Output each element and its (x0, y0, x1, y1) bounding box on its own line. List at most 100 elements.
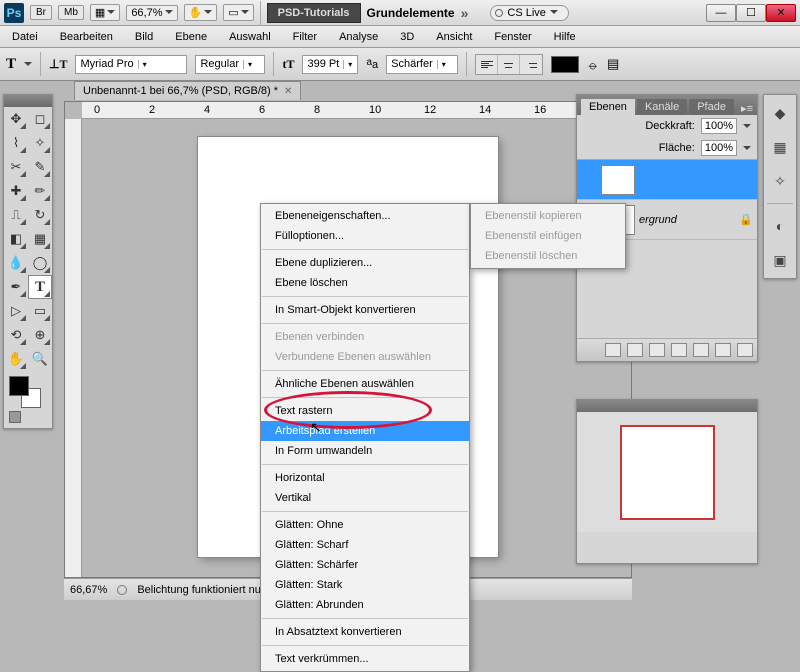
warp-text-icon[interactable]: ⦵ (587, 56, 599, 73)
orientation-icon[interactable]: ⊥T (49, 57, 67, 72)
status-info-icon[interactable] (117, 585, 127, 595)
menu-filter[interactable]: Filter (289, 29, 321, 45)
ctx-item[interactable]: Vertikal (261, 488, 469, 508)
wand-tool[interactable]: ✧ (28, 131, 52, 155)
styles-panel-icon[interactable]: ✧ (768, 169, 792, 193)
menu-auswahl[interactable]: Auswahl (225, 29, 275, 45)
ruler-vertical[interactable] (65, 119, 82, 577)
fill-field[interactable]: 100% (701, 140, 737, 156)
tool-preset-dropdown[interactable] (24, 62, 32, 70)
hand-tool[interactable]: ✋ (4, 347, 28, 371)
ctx-item[interactable]: Ähnliche Ebenen auswählen (261, 374, 469, 394)
healing-tool[interactable]: ✚ (4, 179, 28, 203)
menu-ansicht[interactable]: Ansicht (432, 29, 476, 45)
type-tool[interactable]: T (28, 275, 52, 299)
minimize-button[interactable]: — (706, 4, 736, 22)
adjust-icon[interactable] (671, 343, 687, 357)
navigator-thumb[interactable] (620, 425, 715, 520)
link-layers-icon[interactable] (605, 343, 621, 357)
menu-hilfe[interactable]: Hilfe (550, 29, 580, 45)
ctx-item[interactable]: Ebene löschen (261, 273, 469, 293)
stamp-tool[interactable]: ⎍ (4, 203, 28, 227)
ctx-item[interactable]: Glätten: Stark (261, 575, 469, 595)
move-tool[interactable]: ✥ (4, 107, 28, 131)
3d-camera-tool[interactable]: ⊕ (28, 323, 52, 347)
delete-layer-icon[interactable] (737, 343, 753, 357)
ctx-item[interactable]: Text verkrümmen... (261, 649, 469, 669)
group-icon[interactable] (693, 343, 709, 357)
antialias-field[interactable]: Schärfer▾ (386, 55, 458, 74)
zoom-select[interactable]: 66,7% (126, 5, 177, 21)
status-zoom[interactable]: 66,67% (70, 584, 107, 596)
cs-live-button[interactable]: CS Live (490, 5, 569, 21)
align-center-button[interactable] (498, 55, 520, 74)
shape-tool[interactable]: ▭ (28, 299, 52, 323)
font-style-field[interactable]: Regular▾ (195, 55, 265, 74)
eyedropper-tool[interactable]: ✎ (28, 155, 52, 179)
toolbox-grip[interactable] (4, 95, 52, 107)
close-tab-icon[interactable]: ✕ (284, 86, 292, 97)
dodge-tool[interactable]: ◯ (28, 251, 52, 275)
font-family-field[interactable]: Myriad Pro▾ (75, 55, 187, 74)
panel-menu-icon[interactable]: ▸≡ (741, 102, 753, 115)
masks-panel-icon[interactable]: ▣ (768, 248, 792, 272)
ctx-item[interactable]: Fülloptionen... (261, 226, 469, 246)
pen-tool[interactable]: ✒ (4, 275, 28, 299)
color-picker[interactable] (9, 376, 41, 408)
text-color-swatch[interactable] (551, 56, 579, 73)
adjust-panel-icon[interactable]: ◐ (768, 214, 792, 238)
menu-bild[interactable]: Bild (131, 29, 157, 45)
lasso-tool[interactable]: ⌇ (4, 131, 28, 155)
align-left-button[interactable] (476, 55, 498, 74)
history-brush-tool[interactable]: ↻ (28, 203, 52, 227)
screen-mode-select[interactable]: ▦ (90, 4, 120, 21)
menu-datei[interactable]: Datei (8, 29, 42, 45)
font-size-field[interactable]: 399 Pt▾ (302, 55, 358, 74)
ctx-item[interactable]: Ebene duplizieren... (261, 253, 469, 273)
maximize-button[interactable]: ☐ (736, 4, 766, 22)
tab-psd-tutorials[interactable]: PSD-Tutorials (267, 3, 361, 23)
tab-channels[interactable]: Kanäle (637, 99, 687, 115)
ctx-item[interactable]: Glätten: Schärfer (261, 555, 469, 575)
marquee-tool[interactable]: ◻ (28, 107, 52, 131)
workspace-name[interactable]: Grundelemente (367, 6, 455, 20)
minibridge-chip[interactable]: Mb (58, 5, 84, 20)
menu-analyse[interactable]: Analyse (335, 29, 382, 45)
opacity-slider-icon[interactable] (743, 124, 751, 132)
close-button[interactable]: ✕ (766, 4, 796, 22)
menu-3d[interactable]: 3D (396, 29, 418, 45)
opacity-field[interactable]: 100% (701, 118, 737, 134)
brush-tool[interactable]: ✏ (28, 179, 52, 203)
char-panel-icon[interactable]: ▤ (607, 56, 619, 72)
crop-tool[interactable]: ✂ (4, 155, 28, 179)
layer-name[interactable]: ergrund (639, 214, 677, 226)
quickmask-toggle[interactable] (9, 411, 21, 423)
swatches-panel-icon[interactable]: ▦ (768, 135, 792, 159)
color-panel-icon[interactable]: ◆ (768, 101, 792, 125)
mask-icon[interactable] (649, 343, 665, 357)
zoom-tool[interactable]: 🔍 (28, 347, 52, 371)
ctx-item[interactable]: Glätten: Abrunden (261, 595, 469, 615)
fill-slider-icon[interactable] (743, 146, 751, 154)
hand-tool-btn[interactable]: ✋ (184, 4, 218, 21)
menu-fenster[interactable]: Fenster (490, 29, 535, 45)
layer-row-text[interactable] (577, 160, 757, 200)
workspace-more-icon[interactable]: » (461, 5, 469, 21)
fx-icon[interactable] (627, 343, 643, 357)
ctx-item[interactable]: Arbeitspfad erstellen (261, 421, 469, 441)
ctx-item[interactable]: In Smart-Objekt konvertieren (261, 300, 469, 320)
ctx-item[interactable]: In Form umwandeln (261, 441, 469, 461)
arrange-docs-btn[interactable]: ▭ (223, 4, 253, 21)
new-layer-icon[interactable] (715, 343, 731, 357)
3d-tool[interactable]: ⟲ (4, 323, 28, 347)
ctx-item[interactable]: Ebeneneigenschaften... (261, 206, 469, 226)
ctx-item[interactable]: In Absatztext konvertieren (261, 622, 469, 642)
document-tab[interactable]: Unbenannt-1 bei 66,7% (PSD, RGB/8) *✕ (74, 81, 301, 100)
ctx-item[interactable]: Glätten: Ohne (261, 515, 469, 535)
menu-bearbeiten[interactable]: Bearbeiten (56, 29, 117, 45)
align-right-button[interactable] (520, 55, 542, 74)
ctx-item[interactable]: Horizontal (261, 468, 469, 488)
blur-tool[interactable]: 💧 (4, 251, 28, 275)
eraser-tool[interactable]: ◧ (4, 227, 28, 251)
menu-ebene[interactable]: Ebene (171, 29, 211, 45)
